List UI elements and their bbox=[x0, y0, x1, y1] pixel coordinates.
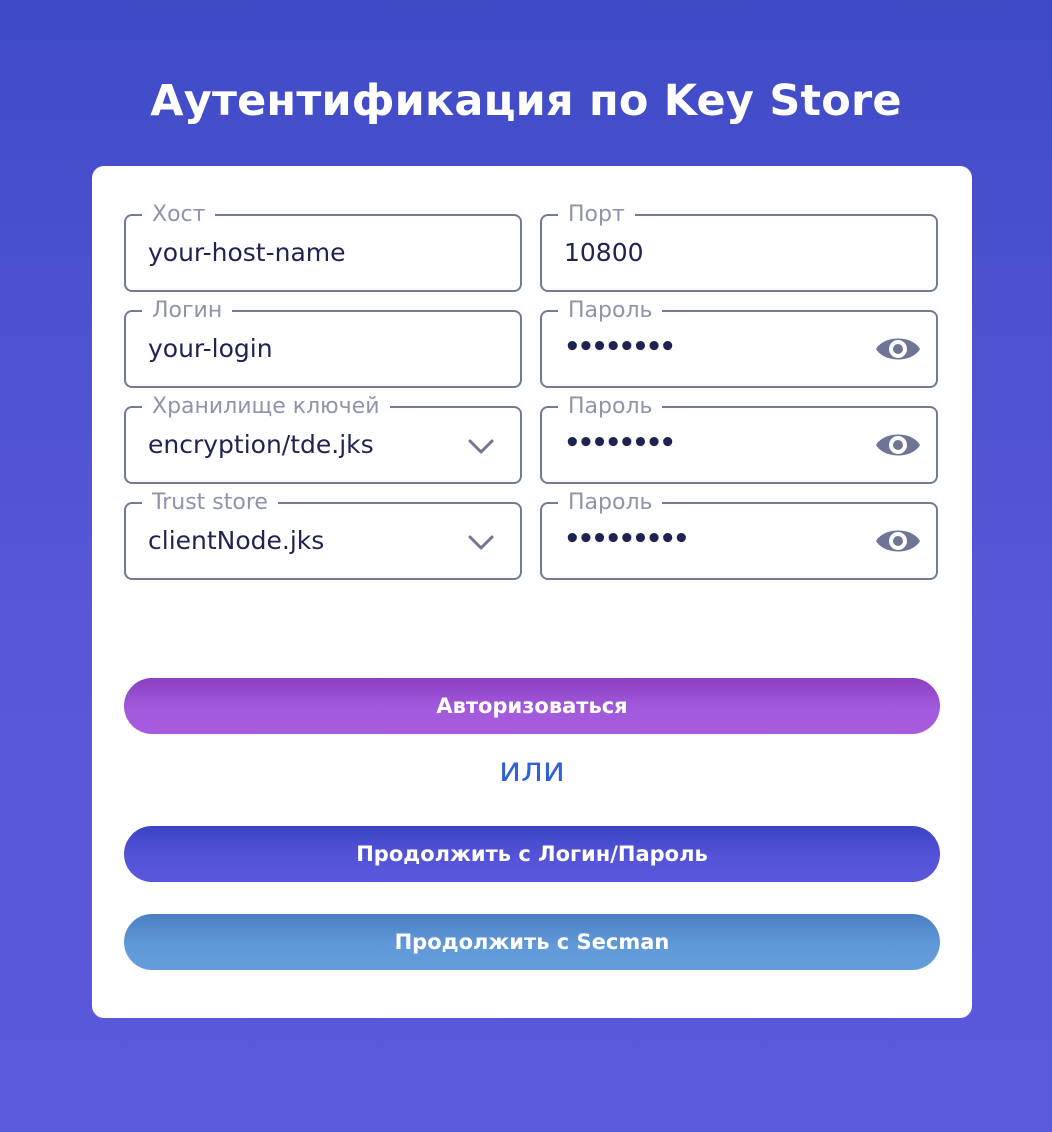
or-divider-text: или bbox=[499, 750, 565, 790]
keystore-value: encryption/tde.jks bbox=[148, 430, 374, 459]
truststore-value: clientNode.jks bbox=[148, 526, 325, 555]
eye-icon[interactable] bbox=[874, 427, 922, 463]
password-value: •••••••• bbox=[564, 332, 676, 362]
eye-icon[interactable] bbox=[874, 331, 922, 367]
page-title: Аутентификация по Key Store bbox=[150, 76, 902, 126]
host-value: your-host-name bbox=[148, 238, 346, 267]
port-value: 10800 bbox=[564, 238, 644, 267]
continue-login-password-button[interactable]: Продолжить с Логин/Пароль bbox=[124, 826, 940, 882]
port-field[interactable]: Порт 10800 bbox=[540, 202, 938, 292]
truststore-password-field[interactable]: Пароль ••••••••• bbox=[540, 490, 938, 580]
login-field[interactable]: Логин your-login bbox=[124, 298, 522, 388]
password-field[interactable]: Пароль •••••••• bbox=[540, 298, 938, 388]
eye-icon[interactable] bbox=[874, 523, 922, 559]
keystore-select[interactable]: Хранилище ключей encryption/tde.jks bbox=[124, 394, 522, 484]
continue-secman-button[interactable]: Продолжить с Secman bbox=[124, 914, 940, 970]
auth-card: Хост your-host-name Порт 10800 Логин you… bbox=[92, 166, 972, 1018]
keystore-password-value: •••••••• bbox=[564, 428, 676, 458]
keystore-password-field[interactable]: Пароль •••••••• bbox=[540, 394, 938, 484]
truststore-select[interactable]: Trust store clientNode.jks bbox=[124, 490, 522, 580]
chevron-down-icon[interactable] bbox=[466, 431, 496, 461]
truststore-password-value: ••••••••• bbox=[564, 524, 690, 554]
login-value: your-login bbox=[148, 334, 273, 363]
chevron-down-icon[interactable] bbox=[466, 527, 496, 557]
authorize-button[interactable]: Авторизоваться bbox=[124, 678, 940, 734]
host-field[interactable]: Хост your-host-name bbox=[124, 202, 522, 292]
